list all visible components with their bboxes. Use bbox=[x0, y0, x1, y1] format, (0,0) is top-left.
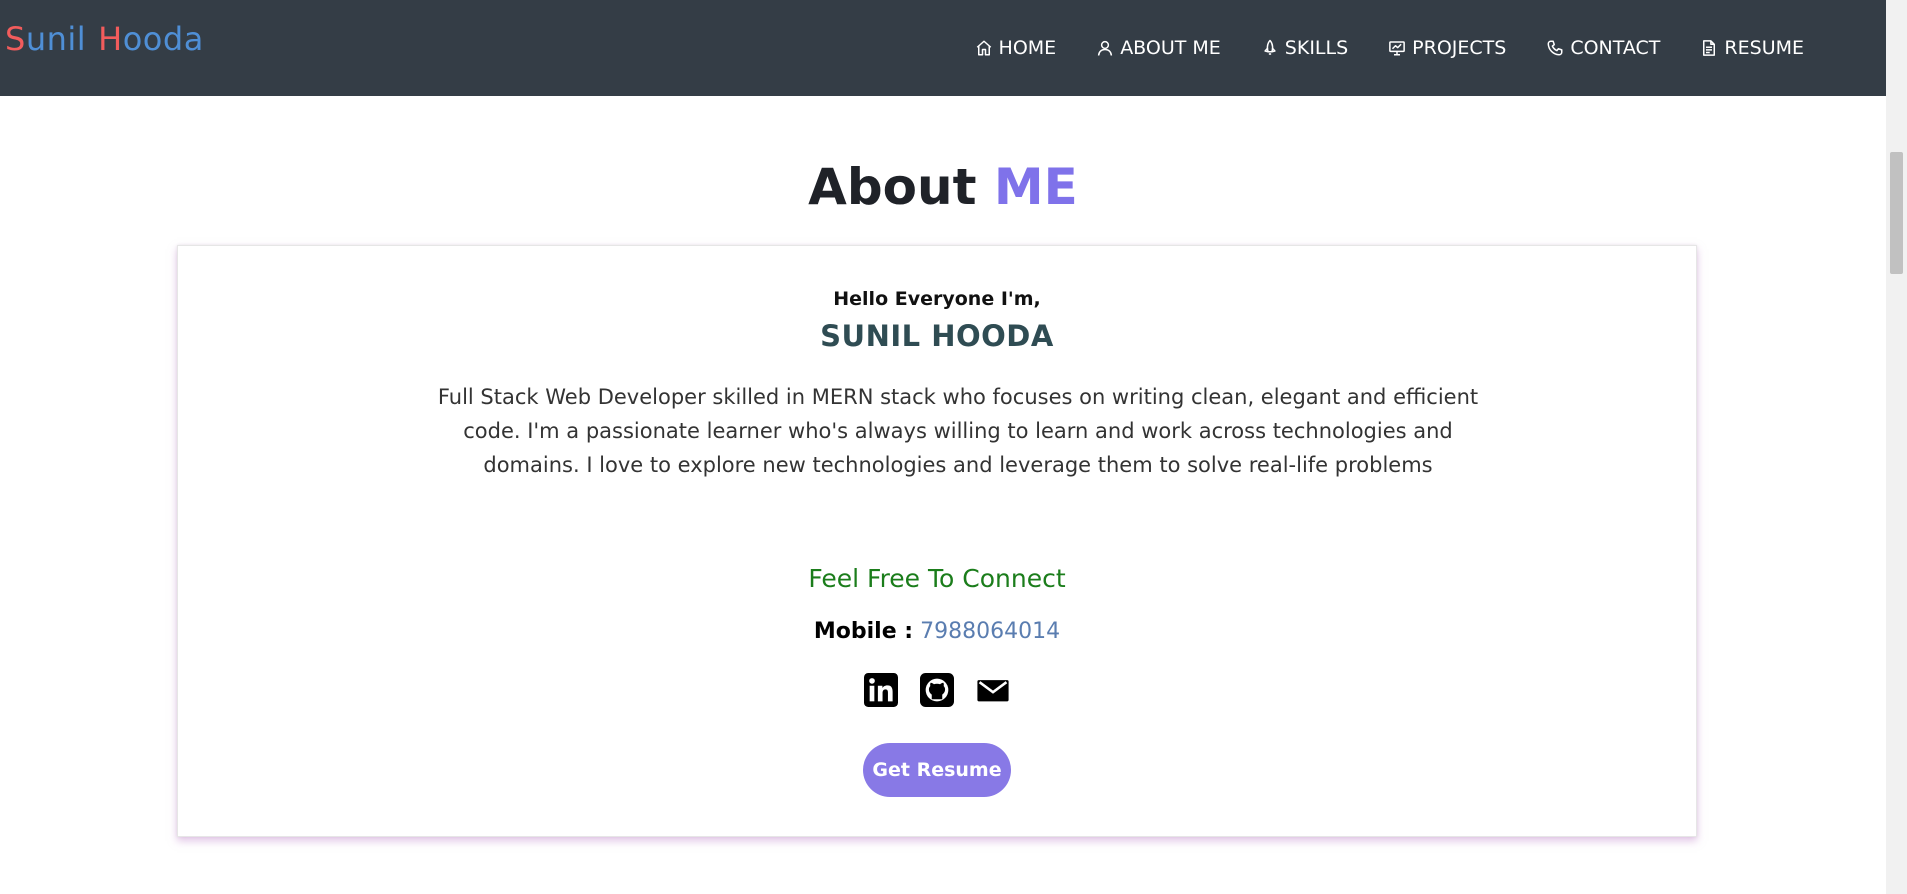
brand-last-rest: ooda bbox=[122, 20, 204, 58]
nav-item-home[interactable]: HOME bbox=[975, 37, 1057, 59]
email-icon bbox=[977, 680, 1009, 702]
rocket-icon bbox=[1264, 39, 1276, 55]
mobile-number-link[interactable]: 7988064014 bbox=[920, 619, 1060, 644]
nav-item-resume[interactable]: RESUME bbox=[1700, 37, 1804, 59]
bio-text: Full Stack Web Developer skilled in MERN… bbox=[437, 385, 1479, 477]
nav-item-projects[interactable]: PROJECTS bbox=[1388, 37, 1506, 59]
page-title: About ME bbox=[0, 158, 1886, 216]
user-icon bbox=[1098, 40, 1113, 56]
brand-logo[interactable]: Sunil Hooda bbox=[5, 20, 204, 58]
linkedin-icon bbox=[864, 673, 898, 707]
brand-last-initial: H bbox=[98, 20, 123, 58]
nav-links: HOME ABOUT ME SKILLS PROJECTS CONTACT RE… bbox=[935, 0, 1804, 96]
get-resume-button[interactable]: Get Resume bbox=[863, 743, 1011, 797]
nav-item-skills[interactable]: SKILLS bbox=[1261, 37, 1348, 59]
nav-item-contact[interactable]: CONTACT bbox=[1546, 37, 1660, 59]
brand-first-rest: unil bbox=[25, 20, 87, 58]
document-icon bbox=[1703, 40, 1716, 56]
page-scrollbar[interactable] bbox=[1886, 0, 1907, 894]
page-title-accent: ME bbox=[993, 158, 1078, 216]
nav-label-about-me: ABOUT ME bbox=[1120, 37, 1221, 59]
phone-icon bbox=[1547, 40, 1563, 56]
nav-label-contact: CONTACT bbox=[1570, 37, 1661, 59]
home-icon bbox=[976, 40, 991, 56]
brand-first-initial: S bbox=[5, 20, 26, 58]
nav-label-projects: PROJECTS bbox=[1412, 37, 1507, 59]
email-link[interactable] bbox=[976, 673, 1010, 707]
greeting-text: Hello Everyone I'm, bbox=[833, 288, 1041, 310]
mobile-info: Mobile : 7988064014 bbox=[178, 619, 1696, 644]
nav-label-skills: SKILLS bbox=[1284, 37, 1349, 59]
about-card: Hello Everyone I'm, SUNIL HOODA Full Sta… bbox=[177, 245, 1697, 837]
presentation-icon bbox=[1389, 41, 1406, 56]
linkedin-link[interactable] bbox=[864, 673, 898, 707]
github-link[interactable] bbox=[920, 673, 954, 707]
mobile-label: Mobile : bbox=[813, 619, 914, 644]
connect-heading: Feel Free To Connect bbox=[808, 564, 1066, 593]
github-icon bbox=[920, 673, 954, 707]
scrollbar-thumb[interactable] bbox=[1890, 152, 1903, 274]
nav-label-home: HOME bbox=[998, 37, 1057, 59]
navbar: Sunil Hooda HOME ABOUT ME SKILLS PROJECTS… bbox=[0, 0, 1886, 96]
page-title-plain: About bbox=[808, 158, 977, 216]
nav-item-about-me[interactable]: ABOUT ME bbox=[1096, 37, 1221, 59]
social-links bbox=[178, 673, 1696, 707]
nav-label-resume: RESUME bbox=[1724, 37, 1804, 59]
profile-name: SUNIL HOODA bbox=[820, 319, 1054, 353]
